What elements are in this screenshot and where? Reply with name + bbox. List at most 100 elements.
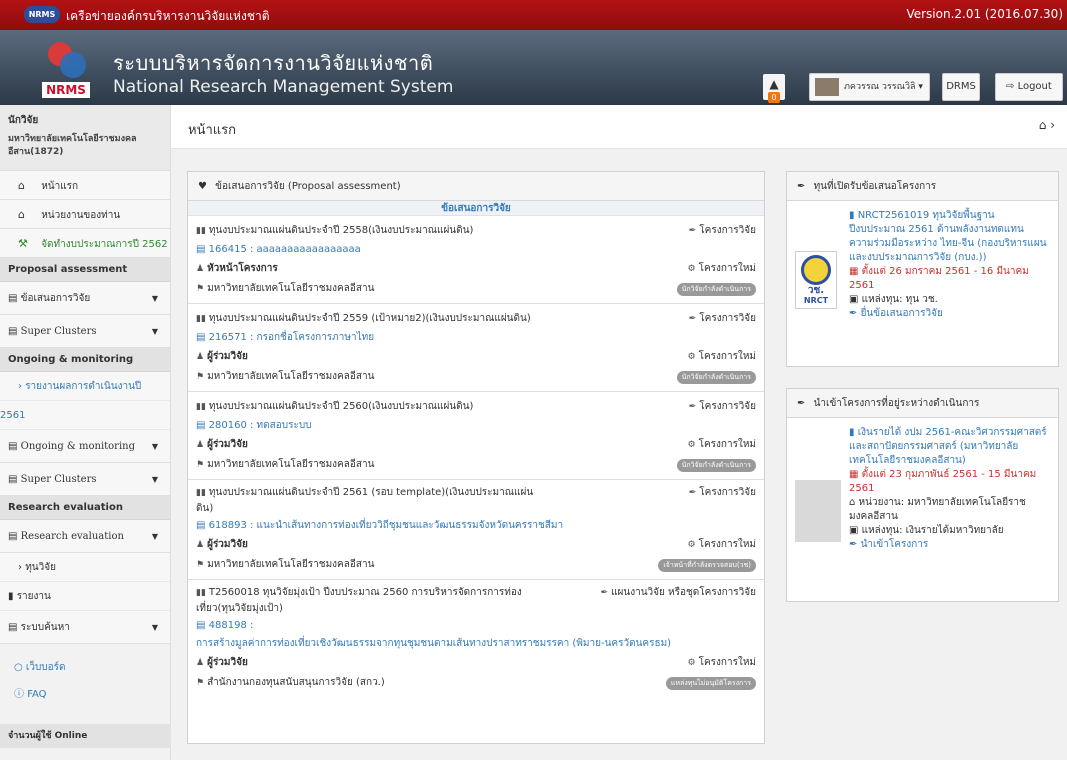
sidebar-item-label: Super Clusters <box>20 474 97 485</box>
proposal-role: ผู้ร่วมวิจัย <box>207 657 248 668</box>
list-icon: ▤ <box>8 622 21 633</box>
open-grants-panel: ✒ ทุนที่เปิดรับข้อเสนอโครงการ วช. NRCT ▮… <box>786 171 1059 367</box>
document-icon: ▤ <box>196 620 209 631</box>
network-title: เครือข่ายองค์กรบริหารงานวิจัยแห่งชาติ <box>66 9 270 23</box>
panel-title: ทุนที่เปิดรับข้อเสนอโครงการ <box>813 181 937 192</box>
proposal-title-row: ▮▮ ทุนงบประมาณแผ่นดินประจำปี 2560(เงินงบป… <box>196 397 756 417</box>
proposal-type: ✒ โครงการวิจัย <box>689 309 756 329</box>
proposal-panel: ♥ ข้อเสนอการวิจัย (Proposal assessment) … <box>187 171 765 744</box>
user-organization: มหาวิทยาลัยเทคโนโลยีราชมงคลอีสาน(1872) <box>8 134 137 157</box>
caret-down-icon: ▾ <box>918 82 923 92</box>
sidebar-item-label: Ongoing & monitoring <box>20 441 136 452</box>
nrms-logo[interactable]: NRMS <box>40 38 92 98</box>
hammer-icon: ⚒ <box>18 237 28 250</box>
proposal-org: สำนักงานกองทุนสนับสนุนการวิจัย (สกว.) <box>207 677 385 688</box>
proposal-status-label: โครงการใหม่ <box>698 351 756 362</box>
top-bar: NRMS เครือข่ายองค์กรบริหารงานวิจัยแห่งชา… <box>0 0 1067 30</box>
sidebar-item-research-evaluation[interactable]: ▤ Research evaluation ▼ <box>0 520 170 553</box>
logo-text: NRMS <box>42 82 90 98</box>
caret-down-icon: ▼ <box>151 623 158 632</box>
sidebar-faq-link[interactable]: ⓘ FAQ <box>0 681 170 708</box>
pencil-icon: ✒ <box>849 308 861 319</box>
sidebar-item-budget[interactable]: ⚒ จัดทำงบประมาณการปี 2562 <box>0 229 170 258</box>
drms-button[interactable]: DRMS <box>942 73 980 101</box>
pencil-icon: ✒ <box>688 226 697 236</box>
money-icon: ▣ <box>849 525 862 536</box>
proposal-code-link[interactable]: ▤ 488198 : การสร้างมูลค่าการท่องเที่ยวเชิ… <box>196 617 756 653</box>
grant-title: NRCT2561019 ทุนวิจัยพื้นฐาน ปีงบประมาณ 2… <box>849 210 1047 263</box>
proposal-status: ⚙ โครงการใหม่ <box>688 435 757 455</box>
sidebar-item-agency[interactable]: ⌂ หน่วยงานของท่าน <box>0 200 170 229</box>
sidebar-item-label: รายงาน <box>16 591 51 602</box>
caret-down-icon: ▼ <box>151 532 158 541</box>
barcode-icon: ▮▮ <box>196 488 206 498</box>
document-icon: ▤ <box>196 244 209 255</box>
proposal-title-row: ▮▮ ทุนงบประมาณแผ่นดินประจำปี 2559 (เป้าหม… <box>196 309 756 329</box>
caret-down-icon: ▼ <box>151 442 158 451</box>
sidebar-item-home[interactable]: ⌂ หน้าแรก <box>0 171 170 200</box>
proposal-code: 216571 : กรอกชื่อโครงการภาษาไทย <box>208 332 375 343</box>
proposal-grant: ทุนงบประมาณแผ่นดินประจำปี 2558(เงินงบประ… <box>208 225 474 236</box>
proposal-role-row: ♟ หัวหน้าโครงการ ⚙ โครงการใหม่ <box>196 259 756 279</box>
proposal-role: หัวหน้าโครงการ <box>207 263 278 274</box>
sidebar-item-super-clusters[interactable]: ▤ Super Clusters ▼ <box>0 315 170 348</box>
list-icon: ▤ <box>8 531 21 542</box>
sidebar-item-report-progress[interactable]: › รายงานผลการดำเนินงานปี <box>0 372 170 401</box>
sidebar-item-label: จัดทำงบประมาณการปี 2562 <box>41 239 168 250</box>
sidebar-item-search-system[interactable]: ▤ ระบบค้นหา ▼ <box>0 611 170 644</box>
proposal-grant: ทุนงบประมาณแผ่นดินประจำปี 2561 (รอบ temp… <box>196 487 534 514</box>
gear-icon: ⚙ <box>687 540 696 550</box>
project-date-text: ตั้งแต่ 23 กุมภาพันธ์ 2561 - 15 มีนาคม 2… <box>849 469 1037 494</box>
sidebar-item-label: รายงานผลการดำเนินงานปี <box>25 381 142 392</box>
user-icon: ♟ <box>196 440 205 450</box>
proposal-code-link[interactable]: ▤ 166415 : aaaaaaaaaaaaaaaaa <box>196 241 756 259</box>
sidebar-item-report-year[interactable]: 2561 <box>0 401 170 430</box>
import-project-link[interactable]: ✒ นำเข้าโครงการ <box>849 538 1050 552</box>
home-breadcrumb-icon[interactable]: ⌂ › <box>1039 118 1055 132</box>
user-name: ภควรรณ วรรณวิลิ <box>844 82 916 92</box>
status-badge: เจ้าหน้าที่กำลังตรวจสอบ(วช) <box>658 559 756 572</box>
barcode-icon: ▮▮ <box>196 588 206 598</box>
logout-icon: ⇨ <box>1006 81 1018 92</box>
status-badge: แหล่งทุนไม่อนุมัติโครงการ <box>665 677 756 690</box>
sidebar-item-label: FAQ <box>27 689 47 700</box>
section-proposal-assessment: Proposal assessment <box>0 258 170 282</box>
proposal-type-label: โครงการวิจัย <box>699 225 756 236</box>
panel-title: ข้อเสนอการวิจัย (Proposal assessment) <box>215 181 401 192</box>
grant-link[interactable]: ▮ NRCT2561019 ทุนวิจัยพื้นฐาน ปีงบประมาณ… <box>849 209 1050 265</box>
logout-button[interactable]: ⇨ Logout <box>995 73 1063 101</box>
sidebar-webboard-link[interactable]: ○ เว็บบอร์ด <box>0 654 170 681</box>
proposal-code-link[interactable]: ▤ 618893 : แนะนำเส้นทางการท่องเที่ยววิถี… <box>196 517 756 535</box>
user-icon: ♟ <box>196 264 205 274</box>
proposal-org-row: ⚑ มหาวิทยาลัยเทคโนโลยีราชมงคลอีสาน นักวิจ… <box>196 279 756 299</box>
sidebar-item-reports[interactable]: ▮ รายงาน <box>0 582 170 611</box>
proposal-type-label: แผนงานวิจัย หรือชุดโครงการวิจัย <box>611 587 756 598</box>
version-label: Version.2.01 (2016.07.30) <box>906 7 1063 21</box>
project-grant-link[interactable]: ▮ เงินรายได้ งปม 2561-คณะวิศวกรรมศาสตร์แ… <box>849 426 1050 468</box>
flag-icon: ⚑ <box>196 560 205 570</box>
user-menu-button[interactable]: ภควรรณ วรรณวิลิ ▾ <box>809 73 930 101</box>
system-name-th: ระบบบริหารจัดการงานวิจัยแห่งชาติ <box>113 51 434 75</box>
proposal-code-link[interactable]: ▤ 280160 : ทดสอบระบบ <box>196 417 756 435</box>
sidebar-item-grants[interactable]: › ทุนวิจัย <box>0 553 170 582</box>
proposal-role: ผู้ร่วมวิจัย <box>207 539 248 550</box>
calendar-icon: ▦ <box>849 469 862 480</box>
bookmark-icon: ▮ <box>849 427 858 438</box>
pencil-icon: ✒ <box>600 588 609 598</box>
proposal-status-label: โครงการใหม่ <box>698 439 756 450</box>
sidebar: นักวิจัย มหาวิทยาลัยเทคโนโลยีราชมงคลอีสา… <box>0 105 171 760</box>
caret-down-icon: ▼ <box>151 327 158 336</box>
proposal-role: ผู้ร่วมวิจัย <box>207 439 248 450</box>
proposal-code-link[interactable]: ▤ 216571 : กรอกชื่อโครงการภาษาไทย <box>196 329 756 347</box>
document-icon: ▤ <box>196 332 209 343</box>
sidebar-item-super-clusters-2[interactable]: ▤ Super Clusters ▼ <box>0 463 170 496</box>
system-name-en: National Research Management System <box>113 77 454 97</box>
sidebar-item-proposals[interactable]: ▤ ข้อเสนอการวิจัย ▼ <box>0 282 170 315</box>
grant-date: ▦ ตั้งแต่ 26 มกราคม 2561 - 16 มีนาคม 256… <box>849 265 1050 293</box>
status-badge: นักวิจัยกำลังดำเนินการ <box>676 371 756 384</box>
submit-proposal-link[interactable]: ✒ ยื่นข้อเสนอการวิจัย <box>849 307 1050 321</box>
proposal-type-label: โครงการวิจัย <box>699 401 756 412</box>
notification-button[interactable]: ▲ 0 <box>763 74 785 103</box>
sidebar-item-ongoing[interactable]: ▤ Ongoing & monitoring ▼ <box>0 430 170 463</box>
section-research-evaluation: Research evaluation <box>0 496 170 520</box>
